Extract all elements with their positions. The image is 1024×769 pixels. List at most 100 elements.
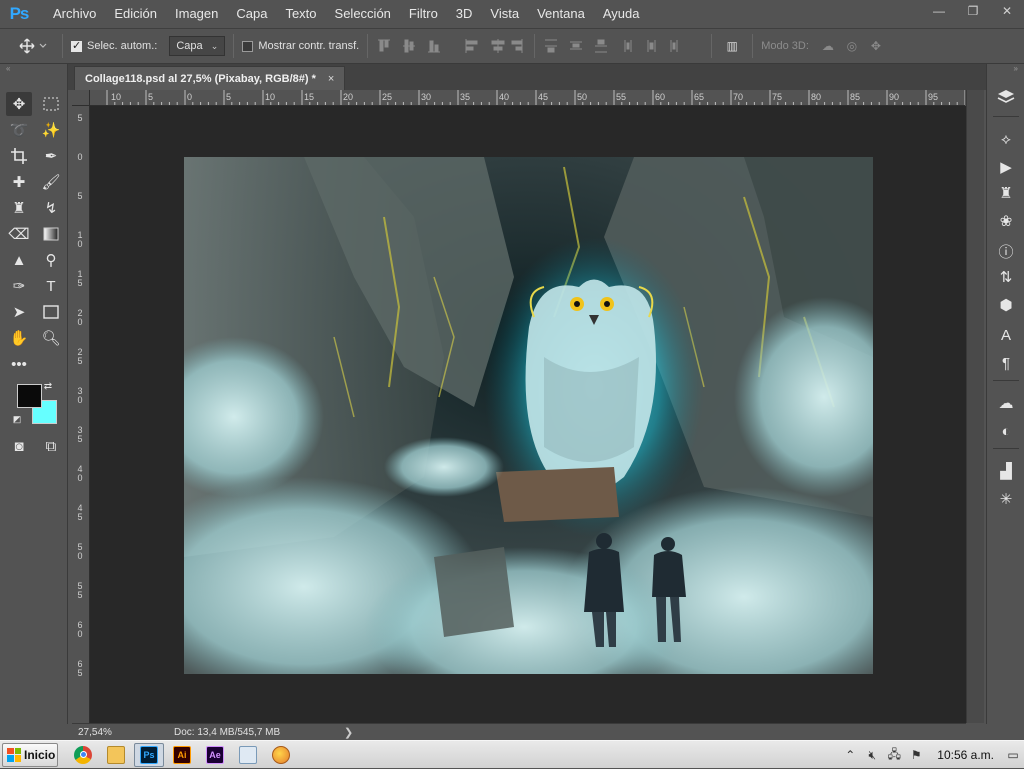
document-tab[interactable]: Collage118.psd al 27,5% (Pixabay, RGB/8#… — [74, 66, 346, 90]
info-panel-icon[interactable]: ⓘ — [995, 240, 1017, 262]
menu-vista[interactable]: Vista — [481, 0, 528, 28]
ruler-tick-label: 5 — [77, 113, 83, 123]
orbit-3d-icon[interactable]: ☁ — [819, 37, 837, 55]
panel-collapse-icon[interactable]: « — [0, 64, 67, 74]
eyedropper-tool-icon[interactable]: ✒ — [38, 144, 64, 168]
auto-select-checkbox[interactable] — [71, 39, 82, 52]
dodge-tool-icon[interactable]: ⚲ — [38, 248, 64, 272]
dock-collapse-icon[interactable]: » — [987, 64, 1024, 74]
taskbar-paint[interactable] — [266, 743, 296, 767]
3d-panel-icon[interactable]: ⬢ — [995, 294, 1017, 316]
tool-presets-icon[interactable]: ♜ — [995, 182, 1017, 204]
document-canvas[interactable] — [184, 157, 873, 674]
restore-button[interactable]: ❐ — [956, 0, 990, 22]
marquee-tool-icon[interactable] — [38, 92, 64, 116]
menu-capa[interactable]: Capa — [227, 0, 276, 28]
pen-tool-icon[interactable]: ✑ — [6, 274, 32, 298]
auto-align-icon[interactable]: ▥ — [723, 37, 741, 55]
magic-wand-tool-icon[interactable]: ✨ — [38, 118, 64, 142]
ruler-tick-label: 0 — [187, 92, 193, 102]
character-panel-icon[interactable]: A — [995, 324, 1017, 346]
edit-toolbar-icon[interactable]: ••• — [6, 352, 32, 376]
blur-tool-icon[interactable]: ▲ — [6, 248, 32, 272]
menu-imagen[interactable]: Imagen — [166, 0, 227, 28]
minimize-button[interactable]: — — [922, 0, 956, 22]
move-tool-icon[interactable]: ✥ — [6, 92, 32, 116]
menu-edicion[interactable]: Edición — [105, 0, 166, 28]
histogram-panel-icon[interactable]: ▟ — [995, 460, 1017, 482]
vertical-ruler[interactable]: 5 0 5 1 0 1 5 2 0 2 5 3 0 3 5 4 0 4 5 5 … — [72, 106, 90, 723]
menu-archivo[interactable]: Archivo — [44, 0, 105, 28]
align-buttons-group — [376, 37, 526, 55]
clock[interactable]: 10:56 a.m. — [937, 748, 994, 762]
taskbar-illustrator[interactable]: Ai — [167, 743, 197, 767]
clone-stamp-tool-icon[interactable]: ♜ — [6, 196, 32, 220]
show-transform-checkbox[interactable] — [242, 40, 254, 52]
vertical-scrollbar[interactable] — [966, 90, 984, 723]
zoom-tool-icon[interactable]: 🔍︎ — [38, 326, 64, 350]
zoom-level-field[interactable]: 27,54% — [72, 727, 118, 738]
status-menu-arrow-icon[interactable]: ❯ — [344, 726, 353, 739]
taskbar-chrome[interactable] — [68, 743, 98, 767]
taskbar-photoshop[interactable]: Ps — [134, 742, 164, 767]
taskbar-after-effects[interactable]: Ae — [200, 743, 230, 767]
taskbar-notepad[interactable] — [233, 743, 263, 767]
menu-seleccion[interactable]: Selección — [326, 0, 400, 28]
align-icons — [378, 39, 523, 53]
foreground-color-swatch[interactable] — [17, 384, 42, 408]
pan-3d-icon[interactable]: ✥ — [867, 37, 885, 55]
taskbar-file-explorer[interactable] — [101, 743, 131, 767]
menu-texto[interactable]: Texto — [276, 0, 325, 28]
menu-ayuda[interactable]: Ayuda — [594, 0, 649, 28]
channels-panel-icon[interactable]: ❀ — [995, 210, 1017, 232]
canvas-pasteboard[interactable] — [90, 106, 966, 723]
close-window-button[interactable]: ✕ — [990, 0, 1024, 22]
brush-tool-icon[interactable]: 🖌 — [38, 170, 64, 194]
swap-colors-icon[interactable]: ⇄ — [40, 378, 56, 394]
horizontal-ruler[interactable]: 10 5 0 5 10 15 20 25 30 35 40 45 50 55 6… — [90, 90, 965, 106]
history-panel-icon[interactable]: ⇅ — [995, 266, 1017, 288]
path-selection-tool-icon[interactable]: ➤ — [6, 300, 32, 324]
action-center-flag-icon[interactable]: ⚑ — [906, 745, 926, 765]
document-size-info[interactable]: Doc: 13,4 MB/545,7 MB — [174, 727, 280, 738]
auto-select-target-dropdown[interactable]: Capa ⌄ — [169, 36, 226, 56]
default-colors-icon[interactable]: ◩ — [10, 412, 24, 426]
ruler-origin[interactable] — [72, 90, 90, 106]
ruler-ticks — [106, 90, 965, 105]
menu-3d[interactable]: 3D — [447, 0, 482, 28]
screen-mode-icon[interactable]: ⧉ — [38, 434, 64, 458]
navigator-panel-icon[interactable]: ✳ — [995, 488, 1017, 510]
menu-ventana[interactable]: Ventana — [528, 0, 594, 28]
healing-brush-tool-icon[interactable]: ✚ — [6, 170, 32, 194]
window-controls: — ❐ ✕ — [922, 0, 1024, 22]
paths-panel-icon[interactable]: ⟡ — [995, 128, 1017, 150]
volume-icon[interactable]: 🔇︎ — [862, 745, 882, 765]
actions-play-icon[interactable]: ▶ — [995, 156, 1017, 178]
adjustments-panel-icon[interactable]: ◐ — [995, 420, 1017, 442]
options-separator — [62, 34, 63, 58]
eraser-tool-icon[interactable]: ⌫ — [6, 222, 32, 246]
show-desktop-icon[interactable]: ▭ — [1003, 745, 1023, 765]
roll-3d-icon[interactable]: ◎ — [843, 37, 861, 55]
libraries-panel-icon[interactable]: ☁ — [995, 392, 1017, 414]
type-tool-icon[interactable]: T — [38, 274, 64, 298]
lasso-tool-icon[interactable]: ➰ — [6, 118, 32, 142]
network-icon[interactable]: 🖧︎ — [884, 745, 904, 765]
layers-panel-icon[interactable] — [995, 86, 1017, 108]
quick-mask-icon[interactable]: ◙ — [6, 434, 32, 458]
tool-preset-picker[interactable] — [14, 32, 54, 60]
auto-select-option[interactable]: Selec. autom.: — [71, 39, 157, 52]
show-hidden-icons-icon[interactable]: ⌃ — [840, 745, 860, 765]
rectangle-tool-icon[interactable] — [38, 300, 64, 324]
start-button[interactable]: Inicio — [2, 742, 58, 767]
paragraph-panel-icon[interactable]: ¶ — [995, 352, 1017, 374]
hand-tool-icon[interactable]: ✋ — [6, 326, 32, 350]
close-tab-icon[interactable]: × — [328, 73, 334, 85]
history-brush-tool-icon[interactable]: ↯ — [38, 196, 64, 220]
menu-filtro[interactable]: Filtro — [400, 0, 447, 28]
gradient-tool-icon[interactable] — [38, 222, 64, 246]
ruler-tick-label: 6 5 — [77, 659, 83, 678]
crop-tool-icon[interactable] — [6, 144, 32, 168]
ruler-tick-label: 3 5 — [77, 425, 83, 444]
show-transform-option[interactable]: Mostrar contr. transf. — [242, 40, 359, 52]
